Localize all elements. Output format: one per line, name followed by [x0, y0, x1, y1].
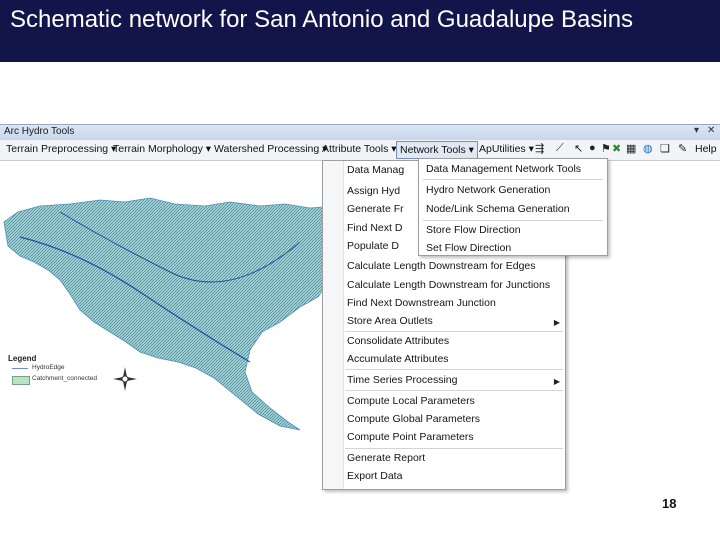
globe-icon[interactable]: ◍ [643, 142, 653, 155]
menu-item-generate-report[interactable]: Generate Report [347, 452, 425, 464]
menu-separator [345, 390, 563, 391]
toolbar-title-bar: Arc Hydro Tools ▾ ✕ [0, 124, 720, 141]
help-button[interactable]: Help [695, 143, 717, 155]
menu-separator [423, 220, 603, 221]
menu-item-data-management[interactable]: Data Manag [347, 164, 404, 176]
menu-separator [345, 369, 563, 370]
slide-title: Schematic network for San Antonio and Gu… [10, 6, 634, 33]
submenu-arrow-icon: ▶ [553, 377, 560, 386]
dropdown-icon-strip [323, 161, 344, 489]
network-tools-dropdown: Data Management Network Tools Hydro Netw… [418, 158, 608, 256]
menu-item-store-area-outlets[interactable]: Store Area Outlets [347, 315, 433, 327]
submenu-arrow-icon: ▶ [553, 318, 560, 327]
menu-item-export-data[interactable]: Export Data [347, 470, 402, 482]
flag-icon[interactable]: ⚑ [601, 142, 611, 155]
wand-icon[interactable]: ⟋ [556, 142, 564, 155]
legend-label: HydroEdge [32, 364, 65, 371]
slide-title-bar: Schematic network for San Antonio and Gu… [0, 0, 720, 62]
catchment-swatch [12, 376, 30, 385]
menu-item-calc-length-edges[interactable]: Calculate Length Downstream for Edges [347, 260, 536, 272]
menu-item-time-series[interactable]: Time Series Processing [347, 374, 457, 386]
map-legend: Legend HydroEdge Catchment_connected [8, 354, 118, 385]
legend-item-catchment: Catchment_connected [8, 374, 118, 385]
menu-item-node-link-schema[interactable]: Node/Link Schema Generation [426, 203, 570, 215]
menu-separator [423, 179, 603, 180]
cross-icon[interactable]: ✖ [612, 142, 621, 155]
menu-item-populate[interactable]: Populate D [347, 240, 399, 252]
menu-item-compute-local[interactable]: Compute Local Parameters [347, 395, 475, 407]
menu-network-tools[interactable]: Network Tools ▾ [396, 141, 478, 159]
pencil-icon[interactable]: ✎ [678, 142, 687, 155]
toolbar-title: Arc Hydro Tools [4, 126, 75, 137]
legend-item-hydroedge: HydroEdge [8, 363, 118, 374]
menu-separator [345, 448, 563, 449]
menu-item-find-next-junction[interactable]: Find Next Downstream Junction [347, 297, 496, 309]
menu-terrain-preprocessing[interactable]: Terrain Preprocessing ▾ [6, 143, 116, 155]
dot-icon[interactable]: ● [589, 142, 596, 154]
legend-title: Legend [8, 354, 37, 363]
arcmap-screenshot: Arc Hydro Tools ▾ ✕ Terrain Preprocessin… [0, 124, 720, 490]
north-arrow-icon [113, 367, 137, 391]
hydroedge-line-swatch [12, 368, 28, 369]
menu-item-store-flow-direction[interactable]: Store Flow Direction [426, 224, 521, 236]
toolbar-close-icon[interactable]: ✕ [707, 125, 715, 136]
arc-hydro-toolbar: Terrain Preprocessing ▾ Terrain Morpholo… [0, 140, 720, 161]
menu-terrain-morphology[interactable]: Terrain Morphology ▾ [113, 143, 211, 155]
legend-label: Catchment_connected [32, 375, 98, 382]
grid-icon[interactable]: ▦ [626, 142, 636, 155]
flow-icon[interactable]: ⇶ [535, 142, 544, 155]
menu-watershed-processing[interactable]: Watershed Processing ▾ [214, 143, 327, 155]
menu-item-assign-hydroid[interactable]: Assign Hyd [347, 185, 400, 197]
menu-item-hydro-network-generation[interactable]: Hydro Network Generation [426, 184, 550, 196]
pointer-icon[interactable]: ↖ [574, 142, 583, 155]
basin-map[interactable] [0, 182, 360, 432]
layers-icon[interactable]: ❏ [660, 142, 670, 155]
menu-item-calc-length-junctions[interactable]: Calculate Length Downstream for Junction… [347, 279, 550, 291]
menu-item-compute-point[interactable]: Compute Point Parameters [347, 431, 474, 443]
menu-item-data-management-network[interactable]: Data Management Network Tools [426, 163, 581, 175]
menu-separator [345, 331, 563, 332]
page-number: 18 [662, 496, 677, 511]
menu-attribute-tools[interactable]: Attribute Tools ▾ [322, 143, 397, 155]
menu-item-set-flow-direction[interactable]: Set Flow Direction [426, 242, 511, 254]
menu-item-compute-global[interactable]: Compute Global Parameters [347, 413, 480, 425]
menu-aputilities[interactable]: ApUtilities ▾ [479, 143, 534, 155]
menu-item-find-next[interactable]: Find Next D [347, 222, 402, 234]
menu-item-consolidate-attributes[interactable]: Consolidate Attributes [347, 335, 449, 347]
menu-item-accumulate-attributes[interactable]: Accumulate Attributes [347, 353, 449, 365]
toolbar-dropdown-icon[interactable]: ▾ [694, 125, 699, 136]
menu-item-generate-from[interactable]: Generate Fr [347, 203, 404, 215]
